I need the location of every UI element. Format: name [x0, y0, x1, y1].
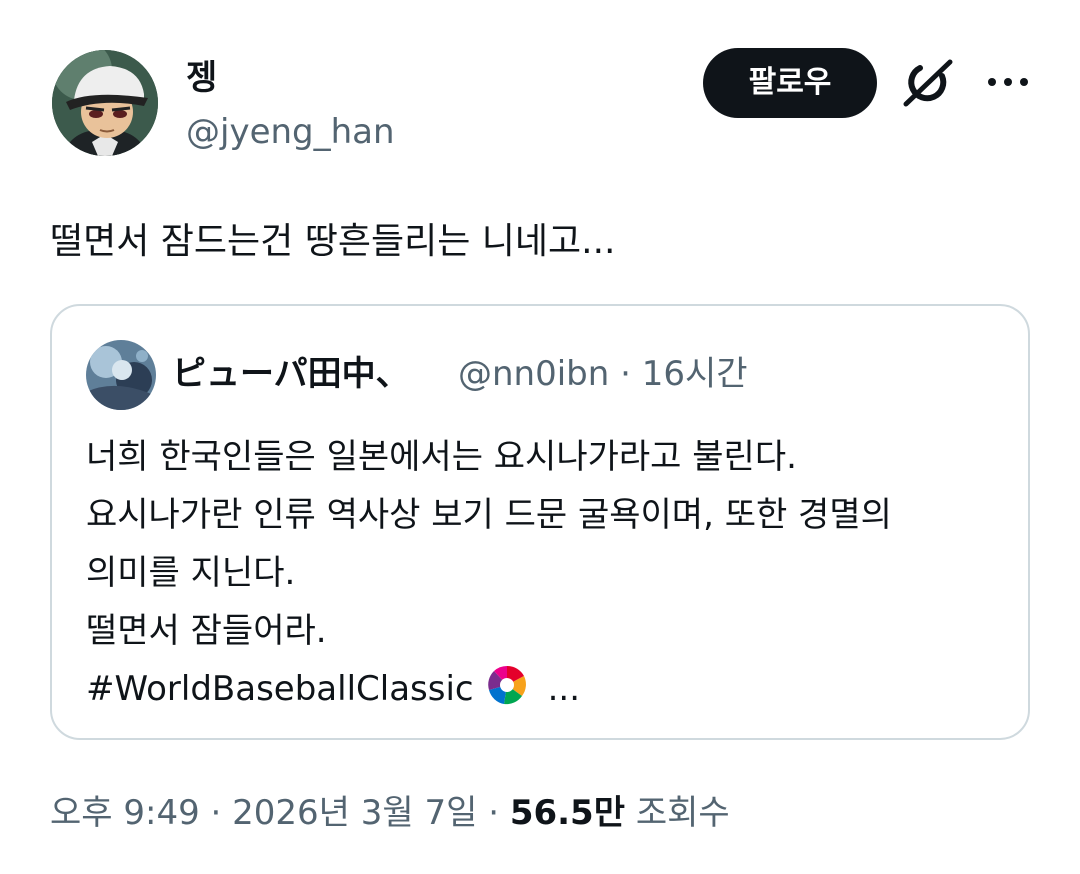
quoted-avatar-image [86, 340, 156, 410]
truncation-ellipsis: ... [547, 669, 581, 709]
quoted-tweet-text: 너희 한국인들은 일본에서는 요시나가라고 불린다. 요시나가란 인류 역사상 … [86, 428, 1016, 718]
views-count: 56.5만 [509, 793, 625, 833]
meta-separator: · [620, 354, 631, 394]
quoted-text-line: 요시나가란 인류 역사상 보기 드문 굴욕이며, 또한 경멸의 [86, 495, 892, 535]
author-avatar[interactable] [52, 50, 158, 156]
author-handle[interactable]: @jyeng_han [186, 112, 395, 152]
avatar-image [52, 50, 158, 156]
quoted-text-line: 너희 한국인들은 일본에서는 요시나가라고 불린다. [86, 437, 797, 477]
more-icon[interactable] [984, 62, 1032, 102]
quoted-text-line: 떨면서 잠들어라. [86, 611, 327, 651]
quoted-meta: @nn0ibn · 16시간 [458, 352, 748, 396]
quoted-author-handle[interactable]: @nn0ibn [458, 354, 609, 394]
timestamp[interactable]: 오후 9:49 · 2026년 3월 7일 · [50, 793, 499, 833]
author-display-name[interactable]: 젱 [186, 58, 217, 98]
quoted-author-avatar[interactable] [86, 340, 156, 410]
tweet-detail: 젱 @jyeng_han 팔로우 떨면서 잠드는건 땅흔들리는 니네고... ピ… [0, 0, 1080, 874]
wbc-logo-icon [484, 662, 530, 708]
quoted-time[interactable]: 16시간 [642, 354, 748, 394]
hashtag-link[interactable]: #WorldBaseballClassic [86, 669, 474, 709]
quoted-tweet-card[interactable]: ピューパ田中、 @nn0ibn · 16시간 너희 한국인들은 일본에서는 요시… [50, 304, 1030, 740]
quoted-author-name[interactable]: ピューパ田中、 [172, 352, 410, 396]
quoted-hashtag-line: #WorldBaseballClassic ... [86, 660, 1016, 718]
tweet-footer: 오후 9:49 · 2026년 3월 7일 · 56.5만 조회수 [50, 790, 730, 836]
follow-button[interactable]: 팔로우 [703, 48, 877, 118]
tweet-text: 떨면서 잠드는건 땅흔들리는 니네고... [50, 221, 616, 262]
quoted-text-line: 의미를 지닌다. [86, 553, 296, 593]
views-label: 조회수 [635, 793, 730, 833]
grok-icon[interactable] [898, 54, 958, 114]
